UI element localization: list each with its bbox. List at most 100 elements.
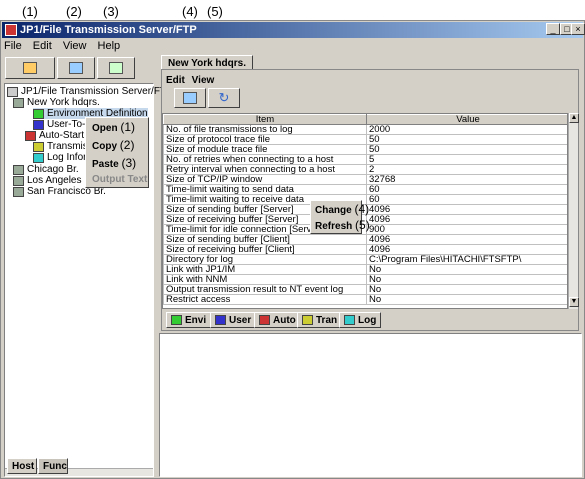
trans-icon [33, 141, 44, 152]
table-row[interactable]: Directory for log C:\Program Files\HITACH… [163, 254, 567, 265]
col-header-value[interactable]: Value [366, 114, 567, 125]
table-row[interactable]: Size of receiving buffer [Client] 4096 [163, 244, 567, 255]
cell-value: No [366, 264, 567, 275]
table-row[interactable]: Time-limit waiting to send data 60 [163, 184, 567, 195]
table-row[interactable]: Size of TCP/IP window 32768 [163, 174, 567, 185]
tab-tran[interactable]: Tran [297, 312, 343, 328]
cell-item: Output transmission result to NT event l… [163, 284, 367, 295]
tab-host[interactable]: Host [7, 458, 37, 474]
cell-value: 50 [366, 134, 567, 145]
detail-panel: Edit View ↻ Item Value No. of file trans… [161, 69, 579, 331]
refresh-icon: ↻ [218, 90, 230, 105]
table-row[interactable]: Size of sending buffer [Client] 4096 [163, 234, 567, 245]
cell-item: Size of sending buffer [Client] [163, 234, 367, 245]
tree-host-losangeles[interactable]: Los Angeles Br. [13, 175, 97, 186]
cell-item: Retry interval when connecting to a host [163, 164, 367, 175]
tab-user[interactable]: User [210, 312, 257, 328]
tree-host-chicago[interactable]: Chicago Br. [13, 164, 79, 175]
table-row[interactable]: Retry interval when connecting to a host… [163, 164, 567, 175]
cell-value: 60 [366, 194, 567, 205]
output-panel [159, 333, 582, 477]
table-row[interactable]: Output transmission result to NT event l… [163, 284, 567, 295]
tab-envi[interactable]: Envi [166, 312, 212, 328]
cell-value: 50 [366, 144, 567, 155]
tree-root[interactable]: JP1/File Transmission Server/FTP [7, 86, 173, 97]
paste-icon [109, 62, 123, 74]
detail-menu-edit[interactable]: Edit [166, 75, 185, 86]
cell-value: 5 [366, 154, 567, 165]
tree-host-newyork[interactable]: New York hdqrs. [13, 97, 100, 108]
detail-change-button[interactable] [174, 88, 206, 108]
detail-menubar: Edit View [166, 75, 214, 86]
table-row[interactable]: No. of file transmissions to log 2000 [163, 124, 567, 135]
callout-1: (1) [22, 4, 38, 19]
menu-view[interactable]: View [63, 40, 87, 52]
cell-value: 4096 [366, 244, 567, 255]
tab-func[interactable]: Func [38, 458, 68, 474]
tab-log[interactable]: Log [339, 312, 382, 328]
menu-edit[interactable]: Edit [33, 40, 52, 52]
tree-auto[interactable]: Auto-Start F [25, 130, 93, 141]
toolbar-button-3[interactable] [97, 57, 135, 79]
table-row[interactable]: Link with JP1/IM No [163, 264, 567, 275]
app-icon [5, 24, 17, 36]
log-icon [344, 315, 355, 325]
main-window: JP1/File Transmission Server/FTP _ □ × F… [0, 20, 585, 479]
host-icon [13, 186, 24, 197]
change-icon [183, 92, 197, 104]
open-icon [23, 62, 37, 74]
toolbar-button-1[interactable] [5, 57, 55, 79]
callout-5: (5) [207, 4, 223, 19]
trans-icon [302, 315, 313, 325]
detail-menu-view[interactable]: View [192, 75, 215, 86]
cell-item: Directory for log [163, 254, 367, 265]
cell-item: Size of receiving buffer [Client] [163, 244, 367, 255]
cell-value: 60 [366, 184, 567, 195]
ctx-change[interactable]: Change (4) [311, 201, 369, 217]
table-row[interactable]: Link with NNM No [163, 274, 567, 285]
menu-file[interactable]: File [4, 40, 22, 52]
host-icon [13, 164, 24, 175]
table-row[interactable]: No. of retries when connecting to a host… [163, 154, 567, 165]
tree-context-menu: Open (1) Copy (2) Paste (3) Output Text [85, 117, 149, 188]
ctx-refresh[interactable]: Refresh (5) [311, 217, 370, 233]
network-icon [7, 86, 18, 97]
tab-auto[interactable]: Auto [254, 312, 301, 328]
cell-item: Link with JP1/IM [163, 264, 367, 275]
copy-icon [69, 62, 83, 74]
cell-value: 2 [366, 164, 567, 175]
callout-4: (4) [182, 4, 198, 19]
scroll-down-arrow[interactable]: ▼ [569, 297, 579, 307]
cell-value: 4096 [366, 204, 567, 215]
auto-icon [259, 315, 270, 325]
cell-value: 4096 [366, 234, 567, 245]
user-icon [33, 119, 44, 130]
menu-help[interactable]: Help [98, 40, 121, 52]
scroll-up-arrow[interactable]: ▲ [569, 113, 579, 123]
toolbar-button-2[interactable] [57, 57, 95, 79]
cell-value: No [366, 294, 567, 305]
title-bar: JP1/File Transmission Server/FTP [2, 22, 583, 38]
col-header-item[interactable]: Item [163, 114, 367, 125]
cell-item: Size of TCP/IP window [163, 174, 367, 185]
minimize-button[interactable]: _ [546, 23, 560, 35]
detail-refresh-button[interactable]: ↻ [208, 88, 240, 108]
close-button[interactable]: × [571, 23, 585, 35]
cell-item: No. of file transmissions to log [163, 124, 367, 135]
cell-item: Size of module trace file [163, 144, 367, 155]
cell-value: 4096 [366, 214, 567, 225]
table-vscrollbar[interactable]: ▲ ▼ [568, 113, 579, 309]
ctx-copy[interactable]: Copy (2) [86, 136, 148, 154]
cell-value: 2000 [366, 124, 567, 135]
ctx-open[interactable]: Open (1) [86, 118, 148, 136]
cell-value: C:\Program Files\HITACHI\FTSFTP\ [366, 254, 567, 265]
table-row[interactable]: Size of module trace file 50 [163, 144, 567, 155]
cell-value: No [366, 284, 567, 295]
callout-2: (2) [66, 4, 82, 19]
cell-item: Size of protocol trace file [163, 134, 367, 145]
table-row[interactable]: Size of protocol trace file 50 [163, 134, 567, 145]
table-row[interactable]: Restrict access No [163, 294, 567, 305]
ctx-paste[interactable]: Paste (3) [86, 154, 148, 172]
callout-3: (3) [103, 4, 119, 19]
cell-item: Restrict access [163, 294, 367, 305]
